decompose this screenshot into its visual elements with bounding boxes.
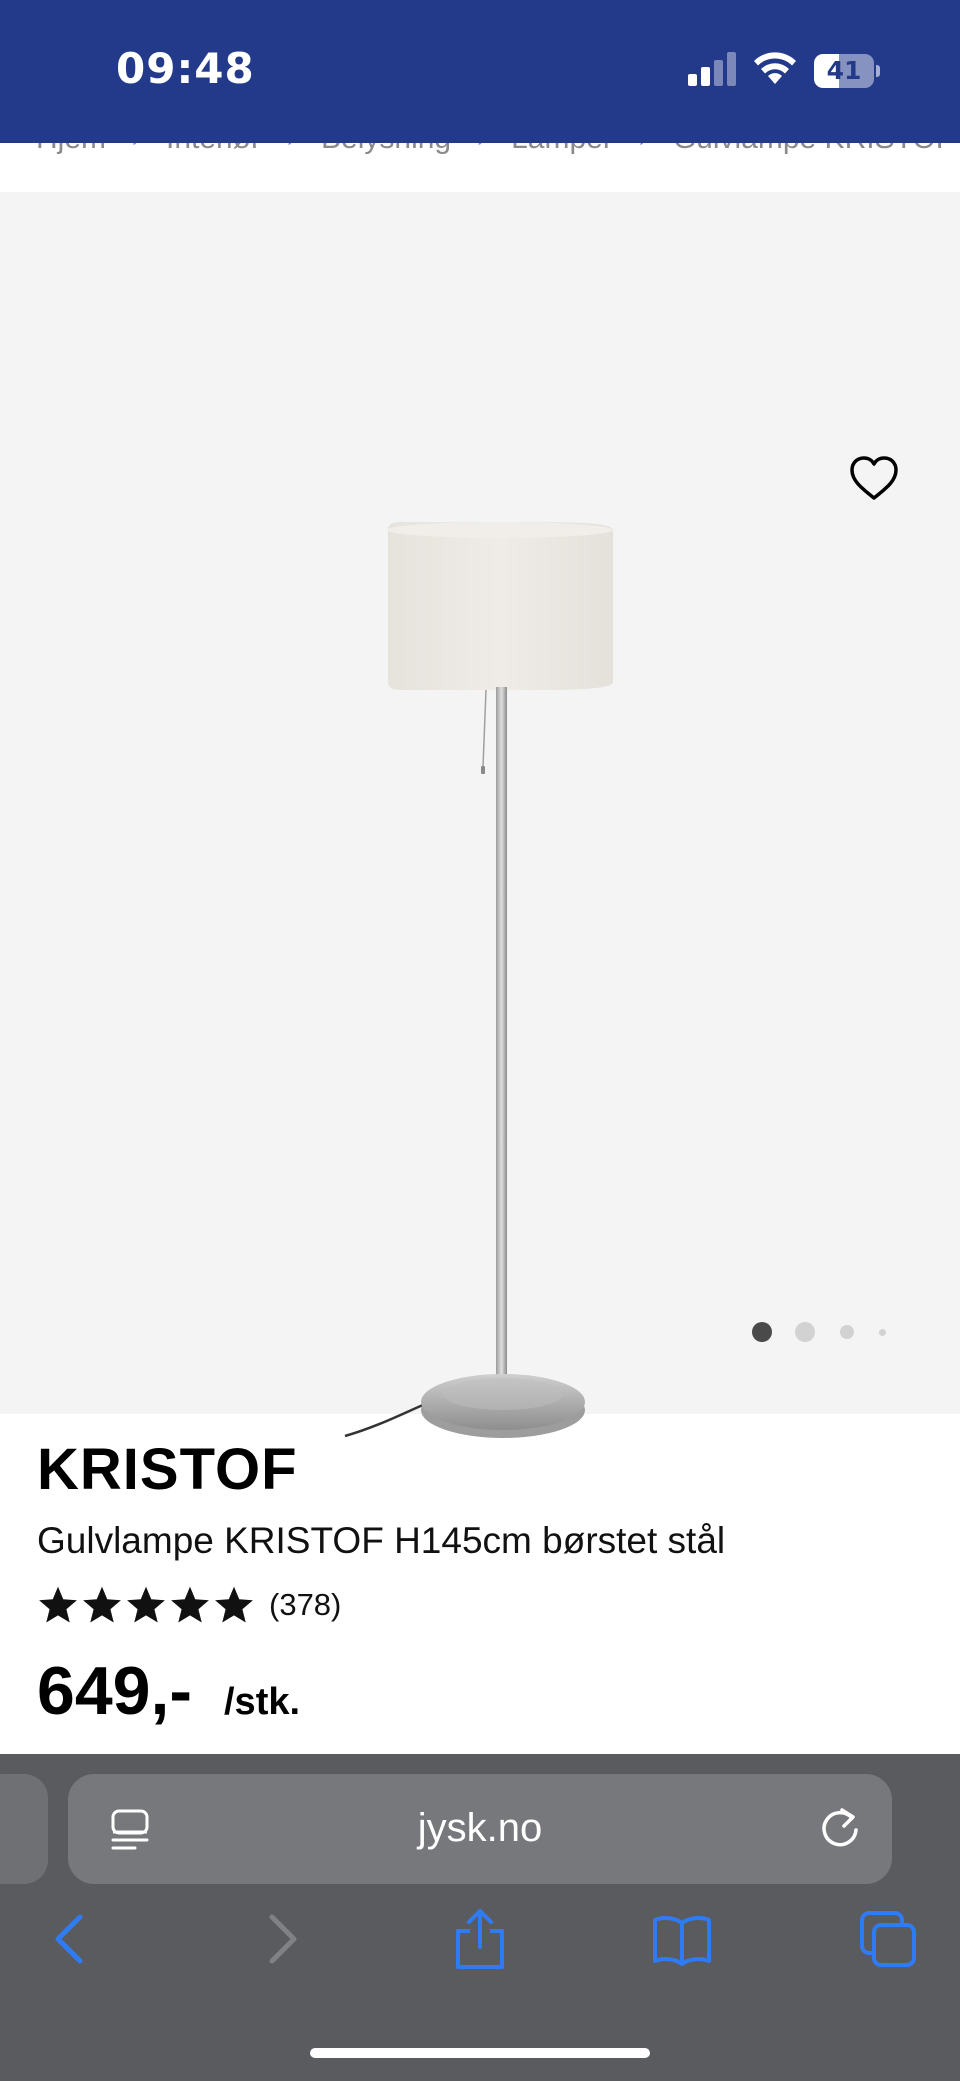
star-icon (215, 1586, 253, 1623)
carousel-dot[interactable] (752, 1322, 772, 1342)
reload-icon[interactable] (816, 1804, 864, 1854)
rating-count[interactable]: (378) (269, 1587, 341, 1623)
product-price: 649,- /stk. (37, 1652, 300, 1730)
carousel-dot[interactable] (879, 1329, 886, 1336)
star-icon (39, 1586, 77, 1623)
back-icon[interactable] (42, 1909, 102, 1969)
star-icon (127, 1586, 165, 1623)
heart-icon[interactable] (848, 454, 900, 502)
carousel-pagination[interactable] (752, 1320, 892, 1344)
forward-icon[interactable] (250, 1909, 310, 1969)
price-unit: /stk. (224, 1681, 301, 1723)
cellular-signal-icon (688, 52, 736, 86)
share-icon[interactable] (450, 1909, 510, 1969)
product-image-gallery[interactable] (0, 192, 960, 1438)
carousel-dot[interactable] (795, 1322, 815, 1342)
product-rating[interactable]: (378) (37, 1580, 341, 1630)
carousel-dot[interactable] (840, 1325, 854, 1339)
status-bar: 09:48 41 (0, 0, 960, 143)
battery-icon: 41 (814, 54, 880, 88)
star-icon (83, 1586, 121, 1623)
home-indicator[interactable] (310, 2048, 650, 2058)
price-value: 649,- (37, 1653, 192, 1729)
browser-toolbar: jysk.no (0, 1754, 960, 2081)
address-bar[interactable]: jysk.no (68, 1774, 892, 1884)
status-time: 09:48 (116, 44, 255, 93)
previous-tab-preview[interactable] (0, 1774, 48, 1884)
product-brand: KRISTOF (37, 1437, 298, 1502)
url-text[interactable]: jysk.no (68, 1806, 892, 1851)
rating-stars (37, 1584, 257, 1626)
wifi-icon (754, 52, 796, 84)
product-title: Gulvlampe KRISTOF H145cm børstet stål (37, 1520, 726, 1561)
floor-lamp-image (344, 522, 613, 1438)
tabs-icon[interactable] (858, 1909, 918, 1969)
bookmarks-icon[interactable] (652, 1909, 712, 1969)
battery-percentage: 41 (826, 56, 862, 85)
star-icon (171, 1586, 209, 1623)
